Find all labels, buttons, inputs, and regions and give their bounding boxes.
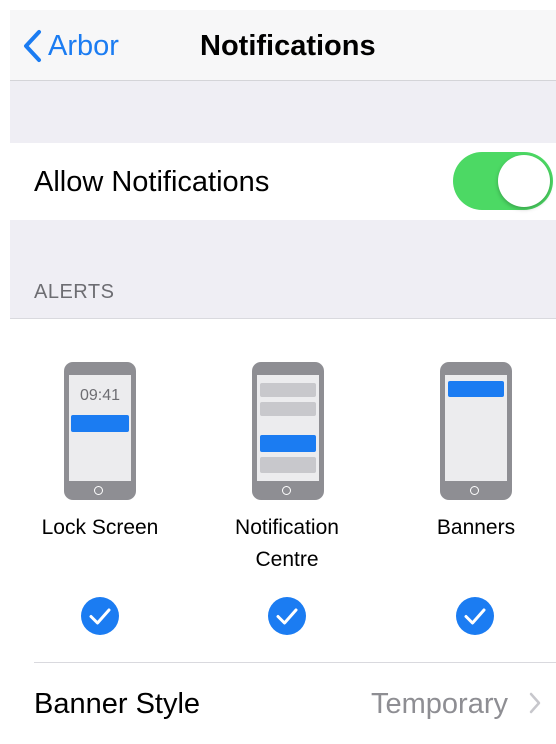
alert-option-label: Lock Screen	[41, 516, 159, 539]
alerts-options: 09:41 Lock Screen Notification Centre Ba…	[10, 319, 556, 662]
checkmark-circle-icon	[268, 597, 306, 635]
lock-screen-phone-icon: 09:41	[64, 362, 136, 500]
checkmark-circle-icon	[81, 597, 119, 635]
alert-option-lock-screen[interactable]: 09:41 Lock Screen	[10, 319, 190, 649]
banner-style-value: Temporary	[371, 688, 508, 720]
chevron-left-icon	[22, 29, 42, 63]
toggle-knob	[498, 155, 550, 207]
notification-centre-phone-icon	[252, 362, 324, 500]
allow-notifications-label: Allow Notifications	[34, 166, 270, 198]
back-button-label: Arbor	[48, 30, 119, 62]
group-spacer	[10, 81, 556, 143]
allow-notifications-row: Allow Notifications	[10, 143, 556, 220]
banners-phone-icon	[440, 362, 512, 500]
banner-style-row[interactable]: Banner Style Temporary	[10, 663, 556, 744]
back-button[interactable]: Arbor	[22, 26, 119, 66]
page-title: Notifications	[200, 30, 376, 62]
navigation-bar: Arbor Notifications	[10, 10, 556, 81]
banner-style-label: Banner Style	[34, 688, 201, 720]
alerts-section-header-area: ALERTS	[10, 220, 556, 319]
chevron-right-icon	[528, 691, 542, 720]
lock-screen-time: 09:41	[79, 387, 121, 404]
alert-option-label: Banners	[436, 516, 516, 539]
allow-notifications-toggle[interactable]	[453, 152, 553, 210]
section-header-alerts: ALERTS	[34, 281, 115, 303]
alert-option-label: Notification Centre	[235, 516, 339, 571]
alert-option-banners[interactable]: Banners	[386, 319, 556, 649]
notifications-settings-screen: Arbor Notifications Allow Notifications …	[0, 0, 556, 744]
checkmark-circle-icon	[456, 597, 494, 635]
alert-option-notification-centre[interactable]: Notification Centre	[197, 319, 377, 649]
